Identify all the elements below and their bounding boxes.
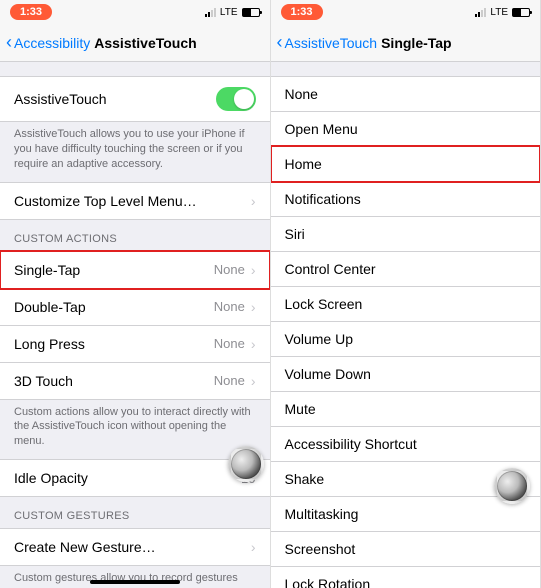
row-3d-touch[interactable]: 3D Touch None › — [0, 362, 270, 400]
row-label: Lock Screen — [285, 296, 363, 312]
row-assistivetouch-toggle[interactable]: AssistiveTouch — [0, 76, 270, 122]
chevron-right-icon: › — [251, 193, 256, 209]
option-open-menu[interactable]: Open Menu — [271, 111, 541, 147]
row-value: None — [214, 373, 245, 388]
battery-icon — [512, 8, 530, 17]
section-header-custom-actions: CUSTOM ACTIONS — [0, 219, 270, 251]
row-label: Notifications — [285, 191, 361, 207]
row-label: Screenshot — [285, 541, 356, 557]
row-label: Idle Opacity — [14, 470, 88, 486]
row-customize-menu[interactable]: Customize Top Level Menu… › — [0, 182, 270, 220]
row-label: Shake — [285, 471, 325, 487]
nav-title: AssistiveTouch — [94, 35, 196, 51]
network-label: LTE — [220, 7, 238, 18]
row-label: 3D Touch — [14, 373, 73, 389]
assistivetouch-button[interactable] — [494, 468, 530, 504]
option-notifications[interactable]: Notifications — [271, 181, 541, 217]
row-label: Control Center — [285, 261, 376, 277]
chevron-right-icon: › — [251, 262, 256, 278]
row-label: Double-Tap — [14, 299, 86, 315]
option-multitasking[interactable]: Multitasking — [271, 496, 541, 532]
section-header-custom-gestures: CUSTOM GESTURES — [0, 496, 270, 528]
row-value: None — [214, 262, 245, 277]
nav-title: Single-Tap — [381, 35, 452, 51]
status-bar: 1:33 LTE — [271, 0, 541, 24]
chevron-right-icon: › — [251, 299, 256, 315]
row-long-press[interactable]: Long Press None › — [0, 325, 270, 363]
chevron-right-icon: › — [251, 336, 256, 352]
nav-bar: ‹ Accessibility AssistiveTouch — [0, 24, 270, 62]
row-single-tap[interactable]: Single-Tap None › — [0, 251, 270, 289]
row-label: Lock Rotation — [285, 576, 371, 588]
content-scroll[interactable]: AssistiveTouch AssistiveTouch allows you… — [0, 62, 270, 588]
gestures-footer: Custom gestures allow you to record gest… — [0, 565, 270, 588]
row-label: Volume Down — [285, 366, 371, 382]
status-right: LTE — [205, 7, 260, 18]
row-double-tap[interactable]: Double-Tap None › — [0, 288, 270, 326]
row-label: Accessibility Shortcut — [285, 436, 417, 452]
chevron-right-icon: › — [251, 373, 256, 389]
option-accessibility-shortcut[interactable]: Accessibility Shortcut — [271, 426, 541, 462]
row-label: Home — [285, 156, 322, 172]
row-label: Multitasking — [285, 506, 359, 522]
back-button[interactable]: ‹ Accessibility — [6, 32, 90, 53]
status-time: 1:33 — [281, 4, 323, 20]
home-indicator[interactable] — [90, 580, 180, 584]
row-label: Open Menu — [285, 121, 358, 137]
row-label: Long Press — [14, 336, 85, 352]
row-label: None — [285, 86, 318, 102]
chevron-left-icon: ‹ — [277, 32, 283, 53]
status-time: 1:33 — [10, 4, 52, 20]
row-label: Single-Tap — [14, 262, 80, 278]
option-volume-down[interactable]: Volume Down — [271, 356, 541, 392]
option-lock-screen[interactable]: Lock Screen — [271, 286, 541, 322]
screen-single-tap: 1:33 LTE ‹ AssistiveTouch Single-Tap Non… — [271, 0, 541, 588]
row-create-gesture[interactable]: Create New Gesture… › — [0, 528, 270, 566]
option-home[interactable]: Home — [271, 146, 541, 182]
signal-icon — [205, 8, 216, 17]
row-label: AssistiveTouch — [14, 91, 107, 107]
back-label: AssistiveTouch — [285, 35, 378, 51]
toggle-footer: AssistiveTouch allows you to use your iP… — [0, 121, 270, 182]
toggle-switch[interactable] — [216, 87, 256, 111]
status-right: LTE — [475, 7, 530, 18]
option-none[interactable]: None — [271, 76, 541, 112]
option-lock-rotation[interactable]: Lock Rotation — [271, 566, 541, 588]
row-label: Volume Up — [285, 331, 353, 347]
back-label: Accessibility — [14, 35, 90, 51]
network-label: LTE — [490, 7, 508, 18]
screen-assistivetouch: 1:33 LTE ‹ Accessibility AssistiveTouch … — [0, 0, 271, 588]
option-screenshot[interactable]: Screenshot — [271, 531, 541, 567]
assistivetouch-button[interactable] — [228, 446, 264, 482]
row-label: Siri — [285, 226, 305, 242]
back-button[interactable]: ‹ AssistiveTouch — [277, 32, 378, 53]
row-label: Mute — [285, 401, 316, 417]
row-value: None — [214, 299, 245, 314]
option-mute[interactable]: Mute — [271, 391, 541, 427]
battery-icon — [242, 8, 260, 17]
signal-icon — [475, 8, 486, 17]
status-bar: 1:33 LTE — [0, 0, 270, 24]
nav-bar: ‹ AssistiveTouch Single-Tap — [271, 24, 541, 62]
chevron-right-icon: › — [251, 539, 256, 555]
option-control-center[interactable]: Control Center — [271, 251, 541, 287]
row-value: None — [214, 336, 245, 351]
row-label: Customize Top Level Menu… — [14, 193, 197, 209]
option-volume-up[interactable]: Volume Up — [271, 321, 541, 357]
content-scroll[interactable]: None Open Menu Home Notifications Siri C… — [271, 62, 541, 588]
option-siri[interactable]: Siri — [271, 216, 541, 252]
actions-footer: Custom actions allow you to interact dir… — [0, 399, 270, 460]
chevron-left-icon: ‹ — [6, 32, 12, 53]
row-label: Create New Gesture… — [14, 539, 156, 555]
